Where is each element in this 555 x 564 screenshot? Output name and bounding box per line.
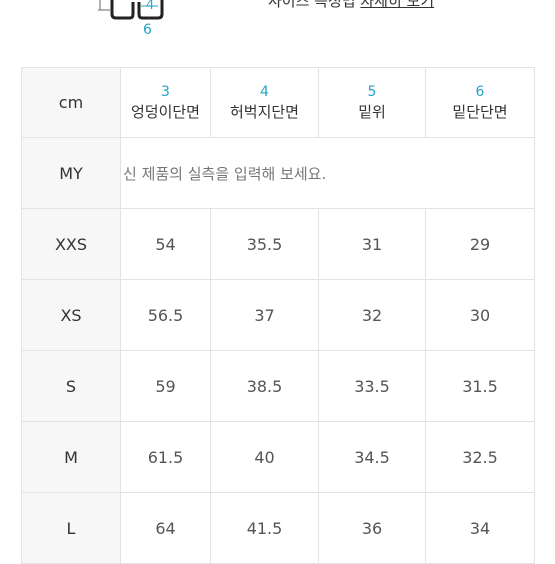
pants-diagram-icon <box>98 0 164 20</box>
column-number: 3 <box>161 83 170 100</box>
table-cell: 29 <box>426 209 535 280</box>
row-size-label: L <box>21 493 121 564</box>
table-cell: 34 <box>426 493 535 564</box>
table-cell: 40 <box>211 422 319 493</box>
table-cell: 38.5 <box>211 351 319 422</box>
table-row: L 64 41.5 36 34 <box>21 493 535 564</box>
table-cell: 32 <box>319 280 426 351</box>
size-table: cm 3 엉덩이단면 4 허벅지단면 5 밑위 6 밑단단면 MY 신 제품의 … <box>21 67 535 564</box>
row-size-label: XS <box>21 280 121 351</box>
measure-guide-link[interactable]: 자세히 보기 <box>360 0 434 10</box>
my-size-placeholder: 신 제품의 실측을 입력해 보세요. <box>123 164 327 183</box>
table-cell: 31.5 <box>426 351 535 422</box>
column-name: 엉덩이단면 <box>130 102 200 121</box>
table-cell: 31 <box>319 209 426 280</box>
table-row: XS 56.5 37 32 30 <box>21 280 535 351</box>
column-header: 5 밑위 <box>319 67 426 138</box>
table-cell: 41.5 <box>211 493 319 564</box>
column-header: 3 엉덩이단면 <box>121 67 211 138</box>
size-diagram: 4 6 사이즈 측정법 자세히 보기 <box>0 0 555 60</box>
column-name: 밑단단면 <box>452 102 508 121</box>
row-label-my: MY <box>21 138 121 209</box>
column-name: 밑위 <box>358 102 386 121</box>
row-size-label: S <box>21 351 121 422</box>
table-header-row: cm 3 엉덩이단면 4 허벅지단면 5 밑위 6 밑단단면 <box>21 67 535 138</box>
row-size-label: M <box>21 422 121 493</box>
column-number: 4 <box>260 83 269 100</box>
table-cell: 35.5 <box>211 209 319 280</box>
table-cell: 32.5 <box>426 422 535 493</box>
table-row: XXS 54 35.5 31 29 <box>21 209 535 280</box>
my-size-input-prompt[interactable]: 신 제품의 실측을 입력해 보세요. <box>121 138 535 209</box>
table-cell: 30 <box>426 280 535 351</box>
column-number: 6 <box>475 83 485 100</box>
diagram-label-6: 6 <box>143 22 152 38</box>
column-header: 4 허벅지단면 <box>211 67 319 138</box>
column-name: 허벅지단면 <box>229 102 299 121</box>
table-row: M 61.5 40 34.5 32.5 <box>21 422 535 493</box>
measure-guide: 사이즈 측정법 자세히 보기 <box>268 0 434 11</box>
table-cell: 33.5 <box>319 351 426 422</box>
table-cell: 61.5 <box>121 422 211 493</box>
table-cell: 54 <box>121 209 211 280</box>
unit-label: cm <box>21 67 121 138</box>
diagram-label-4: 4 <box>146 0 155 13</box>
table-cell: 59 <box>121 351 211 422</box>
column-number: 5 <box>367 83 377 100</box>
table-row: S 59 38.5 33.5 31.5 <box>21 351 535 422</box>
table-cell: 36 <box>319 493 426 564</box>
row-size-label: XXS <box>21 209 121 280</box>
measure-guide-label: 사이즈 측정법 <box>268 0 356 10</box>
table-cell: 64 <box>121 493 211 564</box>
table-cell: 56.5 <box>121 280 211 351</box>
table-cell: 37 <box>211 280 319 351</box>
my-size-row[interactable]: MY 신 제품의 실측을 입력해 보세요. <box>21 138 535 209</box>
column-header: 6 밑단단면 <box>426 67 535 138</box>
table-cell: 34.5 <box>319 422 426 493</box>
